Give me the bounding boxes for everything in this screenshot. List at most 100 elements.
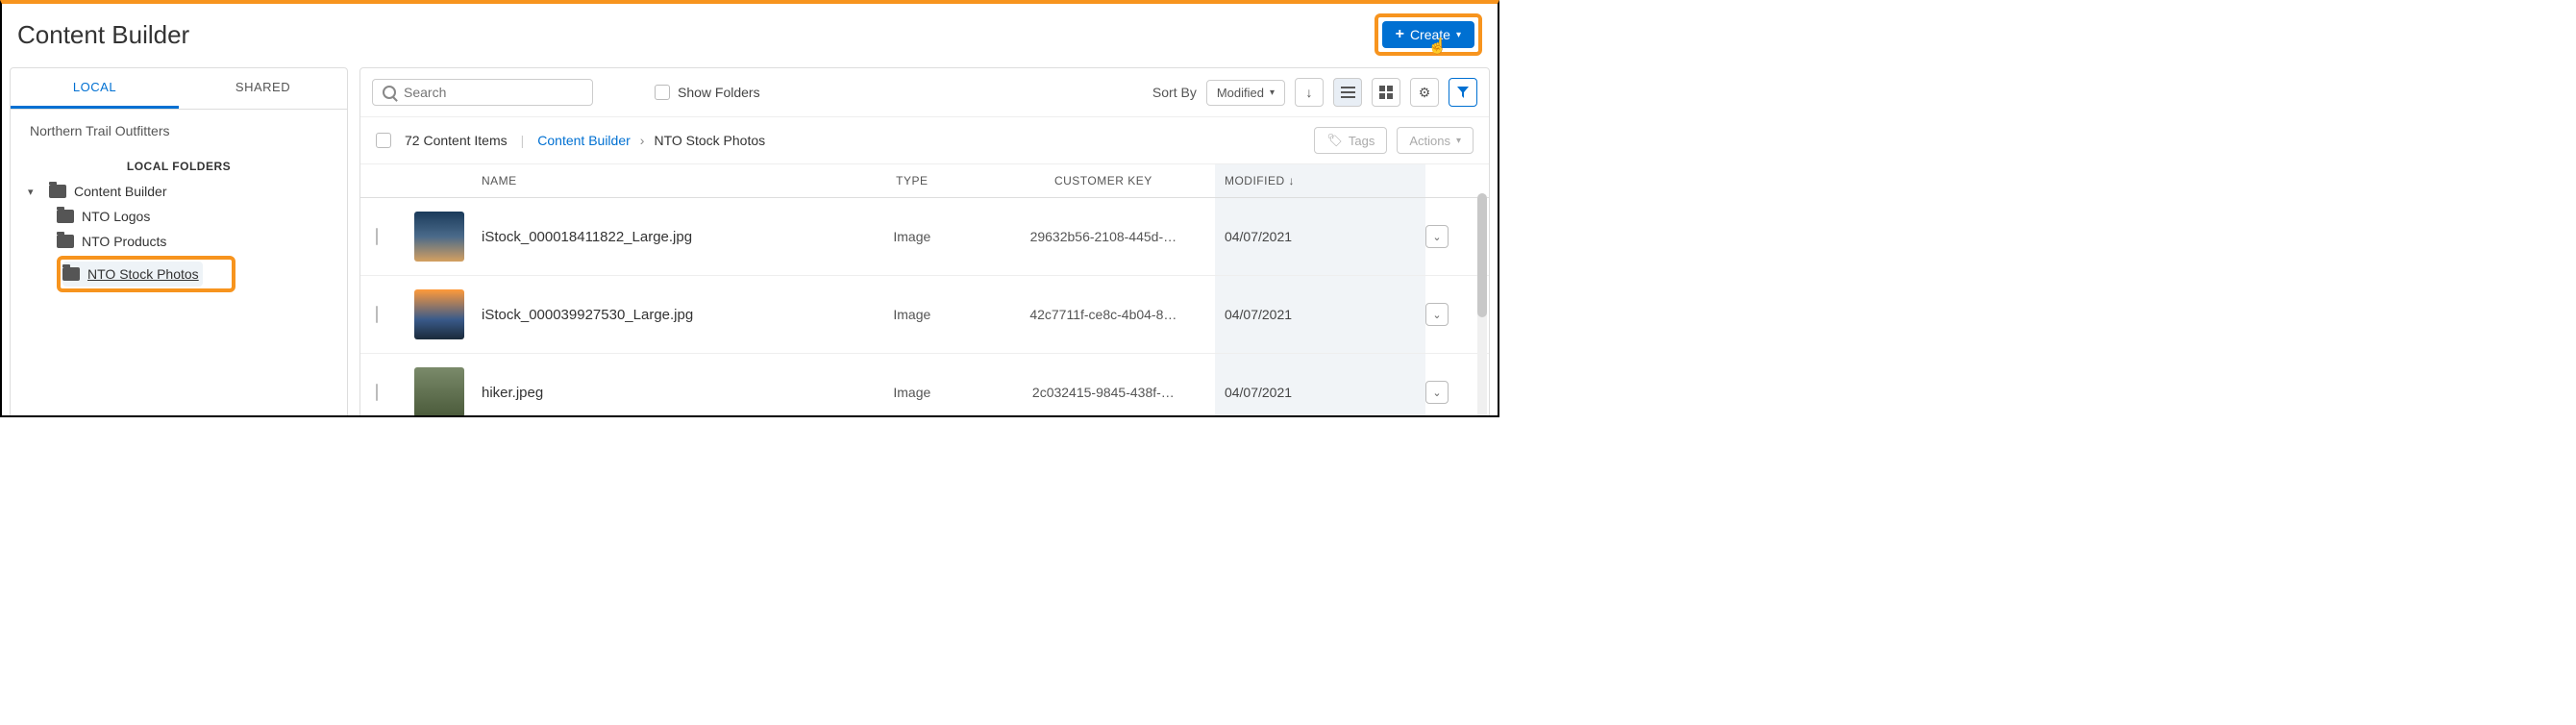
col-modified[interactable]: MODIFIED ↓	[1215, 164, 1425, 197]
tab-shared[interactable]: SHARED	[179, 68, 347, 109]
create-highlight: + Create ▾ ☝	[1375, 13, 1482, 56]
scrollbar[interactable]	[1477, 193, 1487, 417]
table-row[interactable]: iStock_000039927530_Large.jpg Image 42c7…	[360, 276, 1489, 354]
folder-nto-stock-photos[interactable]: NTO Stock Photos	[62, 262, 203, 287]
sort-select[interactable]: Modified ▾	[1206, 80, 1285, 106]
folder-tree: ▾ Content Builder NTO Logos NTO Products	[11, 179, 347, 294]
folder-children: NTO Logos NTO Products NTO Stock Photos	[24, 204, 334, 294]
row-checkbox[interactable]	[376, 228, 378, 245]
tab-local[interactable]: LOCAL	[11, 68, 179, 109]
sort-value: Modified	[1217, 86, 1264, 100]
cell-key: 29632b56-2108-445d-…	[992, 229, 1215, 244]
create-label: Create	[1410, 27, 1450, 42]
cell-name: iStock_000018411822_Large.jpg	[482, 229, 832, 245]
folder-label: Content Builder	[74, 184, 167, 199]
row-checkbox[interactable]	[376, 384, 378, 401]
tags-label: Tags	[1349, 134, 1375, 148]
caret-down-icon: ▾	[1270, 88, 1275, 98]
col-type[interactable]: TYPE	[832, 174, 992, 188]
arrow-down-icon: ↓	[1288, 174, 1295, 188]
sidebar-tabs: LOCAL SHARED	[11, 68, 347, 110]
gear-icon: ⚙	[1419, 85, 1431, 101]
search-icon	[383, 86, 396, 99]
folder-nto-products[interactable]: NTO Products	[57, 229, 334, 254]
search-input[interactable]	[404, 85, 582, 100]
grid-icon	[1379, 86, 1393, 99]
cell-name: hiker.jpeg	[482, 385, 832, 401]
actions-button[interactable]: Actions ▾	[1397, 127, 1474, 154]
cell-type: Image	[832, 385, 992, 400]
col-key[interactable]: CUSTOMER KEY	[992, 174, 1215, 188]
chevron-down-icon: ⌄	[1432, 309, 1441, 321]
view-list-button[interactable]	[1333, 78, 1362, 107]
row-menu-button[interactable]: ⌄	[1425, 303, 1449, 326]
breadcrumb: Content Builder › NTO Stock Photos	[537, 133, 765, 148]
toolbar-right: Sort By Modified ▾ ↓ ⚙	[1152, 78, 1477, 107]
table-header: NAME TYPE CUSTOMER KEY MODIFIED ↓	[360, 164, 1489, 198]
body: LOCAL SHARED Northern Trail Outfitters L…	[2, 67, 1498, 417]
cell-key: 2c032415-9845-438f-…	[992, 385, 1215, 400]
cell-modified: 04/07/2021	[1215, 276, 1425, 353]
breadcrumb-current: NTO Stock Photos	[654, 133, 765, 148]
row-menu-button[interactable]: ⌄	[1425, 381, 1449, 404]
list-icon	[1341, 86, 1355, 100]
checkbox-icon[interactable]	[655, 85, 670, 100]
caret-down-icon: ▾	[1456, 136, 1461, 146]
select-all-checkbox[interactable]	[376, 133, 391, 148]
cell-name: iStock_000039927530_Large.jpg	[482, 307, 832, 323]
sidebar: LOCAL SHARED Northern Trail Outfitters L…	[10, 67, 348, 417]
arrow-down-icon: ↓	[1306, 85, 1313, 100]
settings-button[interactable]: ⚙	[1410, 78, 1439, 107]
cell-type: Image	[832, 229, 992, 244]
table-row[interactable]: iStock_000018411822_Large.jpg Image 2963…	[360, 198, 1489, 276]
create-button[interactable]: + Create ▾	[1382, 21, 1474, 48]
folder-icon	[57, 235, 74, 248]
chevron-down-icon: ▾	[28, 186, 41, 198]
show-folders-label: Show Folders	[678, 85, 760, 100]
folder-nto-logos[interactable]: NTO Logos	[57, 204, 334, 229]
caret-down-icon: ▾	[1456, 30, 1461, 40]
chevron-right-icon: ›	[640, 133, 645, 148]
folder-root[interactable]: ▾ Content Builder	[24, 179, 334, 204]
tags-button[interactable]: 🏷 Tags	[1314, 127, 1387, 154]
scroll-thumb[interactable]	[1477, 193, 1487, 317]
folder-icon	[57, 210, 74, 223]
thumbnail	[414, 367, 464, 417]
folder-icon	[49, 185, 66, 198]
chevron-down-icon: ⌄	[1432, 231, 1441, 243]
folders-heading: LOCAL FOLDERS	[11, 152, 347, 179]
thumbnail	[414, 212, 464, 262]
view-grid-button[interactable]	[1372, 78, 1400, 107]
thumbnail	[414, 289, 464, 339]
filter-button[interactable]	[1449, 78, 1477, 107]
tag-icon: 🏷	[1326, 133, 1343, 148]
sort-direction-button[interactable]: ↓	[1295, 78, 1324, 107]
cell-modified: 04/07/2021	[1215, 354, 1425, 417]
row-menu-button[interactable]: ⌄	[1425, 225, 1449, 248]
folder-highlight: NTO Stock Photos	[57, 256, 235, 292]
search-box[interactable]	[372, 79, 593, 106]
breadcrumb-root[interactable]: Content Builder	[537, 133, 631, 148]
row-checkbox[interactable]	[376, 306, 378, 323]
subheader: 72 Content Items | Content Builder › NTO…	[360, 117, 1489, 164]
main-panel: Show Folders Sort By Modified ▾ ↓	[359, 67, 1490, 417]
content-table: NAME TYPE CUSTOMER KEY MODIFIED ↓ iStock…	[360, 164, 1489, 417]
item-count: 72 Content Items	[405, 133, 508, 148]
page-header: Content Builder + Create ▾ ☝	[2, 4, 1498, 67]
chevron-down-icon: ⌄	[1432, 387, 1441, 399]
filter-icon	[1456, 86, 1470, 99]
folder-label: NTO Products	[82, 234, 166, 249]
org-name: Northern Trail Outfitters	[11, 110, 347, 152]
folder-label: NTO Stock Photos	[87, 266, 199, 282]
col-name[interactable]: NAME	[482, 174, 832, 188]
folder-label: NTO Logos	[82, 209, 150, 224]
cell-type: Image	[832, 307, 992, 322]
table-row[interactable]: hiker.jpeg Image 2c032415-9845-438f-… 04…	[360, 354, 1489, 417]
page-title: Content Builder	[17, 20, 189, 50]
divider: |	[521, 133, 525, 148]
toolbar: Show Folders Sort By Modified ▾ ↓	[360, 68, 1489, 117]
actions-label: Actions	[1409, 134, 1450, 148]
cell-key: 42c7711f-ce8c-4b04-8…	[992, 307, 1215, 322]
show-folders-toggle[interactable]: Show Folders	[655, 85, 760, 100]
folder-icon	[62, 267, 80, 281]
